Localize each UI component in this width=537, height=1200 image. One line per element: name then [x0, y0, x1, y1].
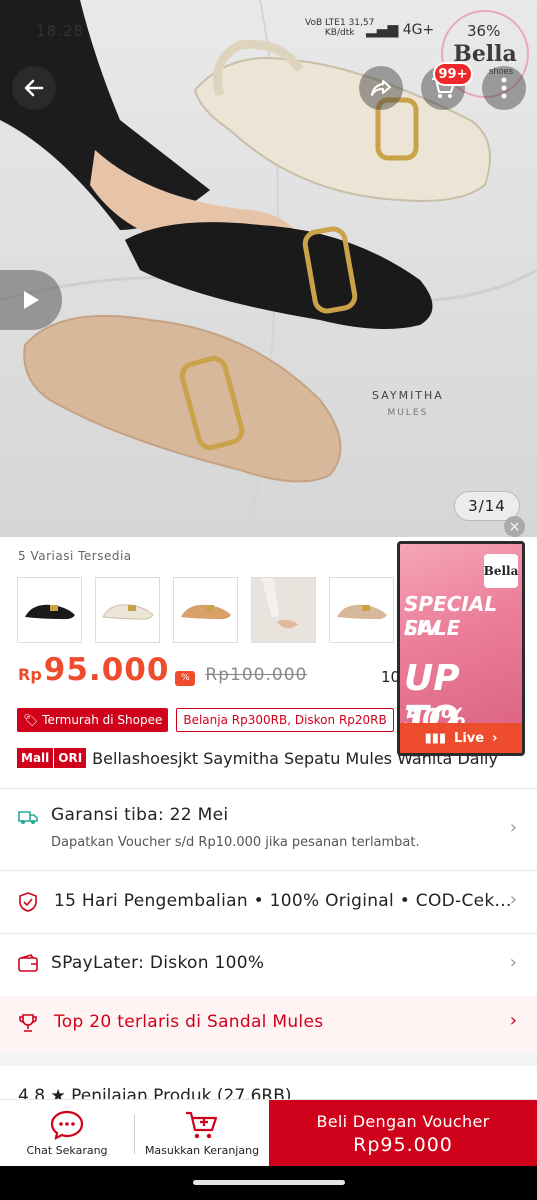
ori-label: ORI [53, 748, 87, 768]
variant-thumb-model[interactable] [251, 577, 316, 643]
section-gap [0, 1052, 537, 1066]
back-button[interactable] [12, 66, 56, 110]
image-caption-sub: MULES [387, 408, 429, 418]
live-button-label: Live [454, 730, 485, 746]
product-page: 18.28 VoB LTE1 31,57 KB/dtk ▂▄▆ 4G+ 36% … [0, 0, 537, 1200]
live-shop-logo: Bella [484, 554, 518, 588]
shipping-title: Garansi tiba: 22 Mei [51, 805, 229, 825]
shoe-tan-image [180, 604, 231, 620]
shoe-nude-image [336, 604, 387, 620]
signal-icon: ▂▄▆ [366, 22, 399, 38]
cheapest-badge[interactable]: 🏷 Termurah di Shopee [17, 708, 169, 732]
status-speed: VoB LTE1 31,57 KB/dtk [305, 18, 374, 38]
chevron-right-icon: › [509, 889, 517, 910]
image-caption-title: SAYMITHA [372, 389, 444, 402]
arrow-left-icon [24, 79, 44, 97]
price-original: Rp100.000 [205, 665, 308, 685]
promo-chips: 🏷 Termurah di Shopee Belanja Rp300RB, Di… [17, 708, 394, 732]
buy-with-voucher-button[interactable]: Beli Dengan Voucher Rp95.000 [269, 1100, 537, 1167]
image-overlay-caption: SAYMITHA MULES [372, 389, 444, 418]
bottom-action-bar: Chat Sekarang Masukkan Keranjang Beli De… [0, 1099, 537, 1167]
price-tag-icon: % [175, 670, 196, 686]
variant-thumb-black[interactable] [17, 577, 82, 643]
live-bars-icon: ▮▮▮ [424, 730, 447, 746]
wallet-icon [18, 954, 38, 972]
network-type: 4G+ [402, 22, 435, 38]
live-close-button[interactable]: × [504, 516, 525, 537]
variant-thumb-tan[interactable] [173, 577, 238, 643]
cheapest-badge-label: Termurah di Shopee [42, 713, 163, 727]
home-indicator[interactable] [193, 1180, 345, 1185]
shield-check-icon [19, 892, 37, 912]
top-seller-row[interactable]: Top 20 terlaris di Sandal Mules › [0, 996, 537, 1052]
discount-badge[interactable]: Belanja Rp300RB, Diskon Rp20RB [176, 708, 394, 732]
shipping-guarantee-row[interactable]: Garansi tiba: 22 Mei Dapatkan Voucher s/… [0, 789, 537, 869]
returns-row[interactable]: 15 Hari Pengembalian • 100% Original • C… [0, 871, 537, 933]
returns-title: 15 Hari Pengembalian • 100% Original • C… [54, 891, 512, 911]
product-image-gallery[interactable]: 18.28 VoB LTE1 31,57 KB/dtk ▂▄▆ 4G+ 36% … [0, 0, 537, 537]
chat-icon [50, 1110, 84, 1140]
chevron-right-icon: › [509, 817, 517, 838]
cart-count-badge: 99+ [433, 62, 473, 86]
play-video-button[interactable] [0, 270, 62, 330]
shoe-cream-image [101, 604, 154, 620]
status-time: 18.28 [36, 22, 84, 40]
live-banner-line2: SALE [404, 616, 461, 640]
price-currency: Rp [18, 665, 42, 684]
chat-now-button[interactable]: Chat Sekarang [0, 1100, 134, 1167]
price-row: Rp 95.000 % Rp100.000 [18, 652, 307, 696]
chat-now-label: Chat Sekarang [26, 1144, 108, 1157]
variant-thumb-nude[interactable] [329, 577, 394, 643]
share-icon [371, 80, 391, 96]
mall-label: Mall [17, 748, 54, 768]
close-icon: × [508, 518, 521, 535]
paylater-title: SPayLater: Diskon 100% [51, 953, 265, 973]
variant-thumbnails [17, 577, 394, 643]
price-current: 95.000 [43, 652, 170, 688]
chevron-right-icon: › [492, 730, 498, 746]
variants-label: 5 Variasi Tersedia [18, 549, 132, 563]
shipping-subtitle: Dapatkan Voucher s/d Rp10.000 jika pesan… [51, 835, 420, 850]
live-button[interactable]: ▮▮▮ Live › [400, 723, 522, 753]
add-to-cart-label: Masukkan Keranjang [144, 1144, 260, 1157]
shoe-black-image [24, 604, 75, 620]
variant-thumb-cream[interactable] [95, 577, 160, 643]
status-net-type: VoB LTE1 [305, 18, 346, 28]
trophy-icon [19, 1014, 37, 1032]
mall-ori-badge: Mall ORI [17, 748, 87, 768]
cart-plus-icon [186, 1111, 218, 1139]
chevron-right-icon: › [509, 952, 517, 973]
paylater-row[interactable]: SPayLater: Diskon 100% › [0, 934, 537, 996]
more-options-button[interactable] [482, 66, 526, 110]
top-seller-title: Top 20 terlaris di Sandal Mules [54, 1012, 324, 1032]
play-icon [24, 291, 39, 309]
tag-icon: 🏷 [23, 713, 39, 727]
truck-icon [18, 811, 38, 824]
add-to-cart-button[interactable]: Masukkan Keranjang [135, 1100, 269, 1167]
buy-button-price: Rp95.000 [353, 1133, 453, 1156]
model-photo-image [252, 578, 315, 642]
more-vertical-icon [501, 77, 507, 99]
share-button[interactable] [359, 66, 403, 110]
status-speed-unit: KB/dtk [324, 28, 355, 38]
status-network: ▂▄▆ 4G+ [366, 22, 434, 38]
buy-button-label: Beli Dengan Voucher [316, 1111, 490, 1131]
live-stream-widget[interactable]: Bella SPECIAL LIV SALE UP TO 50% ▮▮▮ Liv… [397, 541, 525, 756]
chevron-right-icon: › [509, 1010, 517, 1031]
